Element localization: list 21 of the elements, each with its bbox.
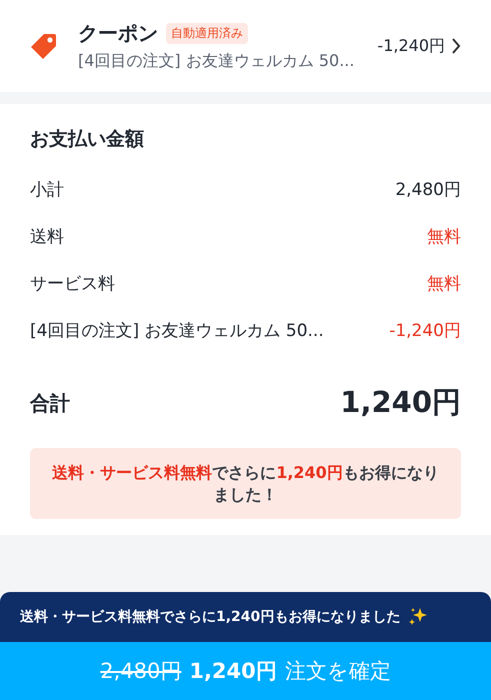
confirm-order-button[interactable]: 2,480円 1,240円 注文を確定 xyxy=(0,642,491,700)
tag-icon xyxy=(30,32,58,60)
savings-note: 送料・サービス料無料でさらに1,240円もお得になりました！ xyxy=(30,448,461,520)
chevron-right-icon[interactable] xyxy=(451,37,461,55)
row-label: [4回目の注文] お友達ウェルカム 50... xyxy=(30,320,324,342)
row-value: -1,240円 xyxy=(389,320,461,342)
banner-text: 送料・サービス料無料でさらに1,240円もお得になりました xyxy=(20,608,400,626)
row-value: 2,480円 xyxy=(395,179,461,201)
total-value: 1,240円 xyxy=(340,384,461,421)
total-label: 合計 xyxy=(30,390,70,416)
sparkles-icon xyxy=(408,607,428,627)
row-label: 小計 xyxy=(30,179,64,201)
coupon-amount: -1,240円 xyxy=(377,36,445,56)
row-label: サービス料 xyxy=(30,273,115,295)
row-value: 無料 xyxy=(427,226,461,248)
row-label: 送料 xyxy=(30,226,64,248)
section-title: お支払い金額 xyxy=(30,127,145,152)
row-value: 無料 xyxy=(427,273,461,295)
coupon-description: [4回目の注文] お友達ウェルカム 50... xyxy=(78,51,356,72)
coupon-title: クーポン xyxy=(78,20,158,47)
auto-applied-badge: 自動適用済み xyxy=(166,23,248,44)
